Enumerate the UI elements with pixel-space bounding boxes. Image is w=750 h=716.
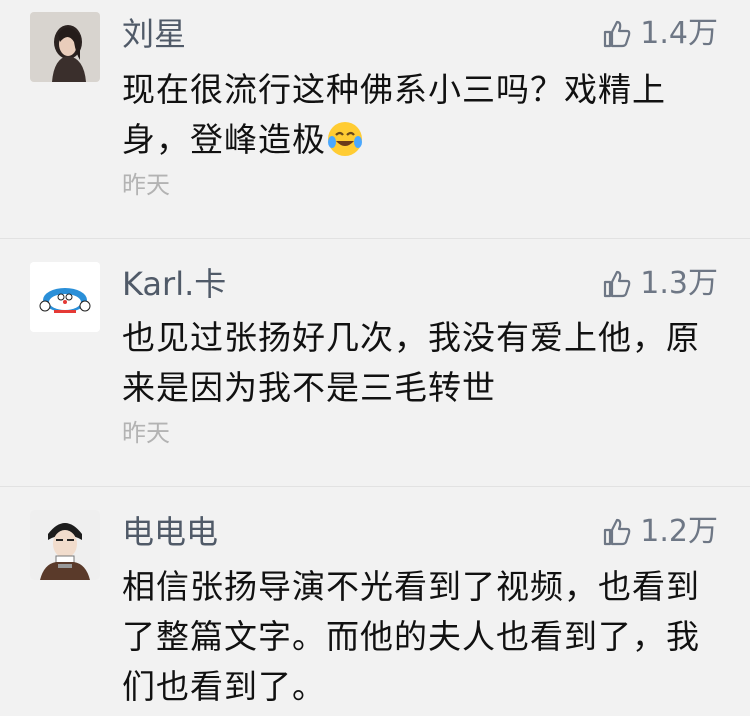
avatar[interactable] xyxy=(30,262,100,332)
thumbs-up-icon xyxy=(602,19,632,49)
thumbs-up-icon xyxy=(602,269,632,299)
comment-time: 昨天 xyxy=(122,171,170,199)
username[interactable]: 电电电 xyxy=(122,512,218,552)
crying-laughing-emoji xyxy=(326,120,364,158)
comment-text: 也见过张扬好几次，我没有爱上他，原来是因为我不是三毛转世 xyxy=(122,318,700,407)
like-button[interactable]: 1.2万 xyxy=(602,512,718,552)
comment-item: Karl.卡 1.3万 也见过张扬好几次，我没有爱上他，原来是因为我不是三毛转世… xyxy=(0,250,750,490)
comment-text: 相信张扬导演不光看到了视频，也看到了整篇文字。而他的夫人也看到了，我们也看到了。 xyxy=(122,567,700,706)
like-count: 1.2万 xyxy=(640,514,718,549)
like-count: 1.4万 xyxy=(640,16,718,51)
comment-item: 电电电 1.2万 相信张扬导演不光看到了视频，也看到了整篇文字。而他的夫人也看到… xyxy=(0,498,750,716)
comment-time: 昨天 xyxy=(122,419,170,447)
comment-text-body: 现在很流行这种佛系小三吗？戏精上身，登峰造极 xyxy=(122,70,666,159)
like-button[interactable]: 1.3万 xyxy=(602,264,718,304)
username[interactable]: 刘星 xyxy=(122,14,186,54)
like-count: 1.3万 xyxy=(640,266,718,301)
avatar[interactable] xyxy=(30,510,100,580)
divider xyxy=(0,238,750,239)
like-button[interactable]: 1.4万 xyxy=(602,14,718,54)
comment-item: 刘星 1.4万 现在很流行这种佛系小三吗？戏精上身，登峰造极 昨天 xyxy=(0,0,750,240)
username[interactable]: Karl.卡 xyxy=(122,264,226,304)
thumbs-up-icon xyxy=(602,517,632,547)
avatar[interactable] xyxy=(30,12,100,82)
divider xyxy=(0,486,750,487)
comment-text: 现在很流行这种佛系小三吗？戏精上身，登峰造极 xyxy=(122,65,722,165)
